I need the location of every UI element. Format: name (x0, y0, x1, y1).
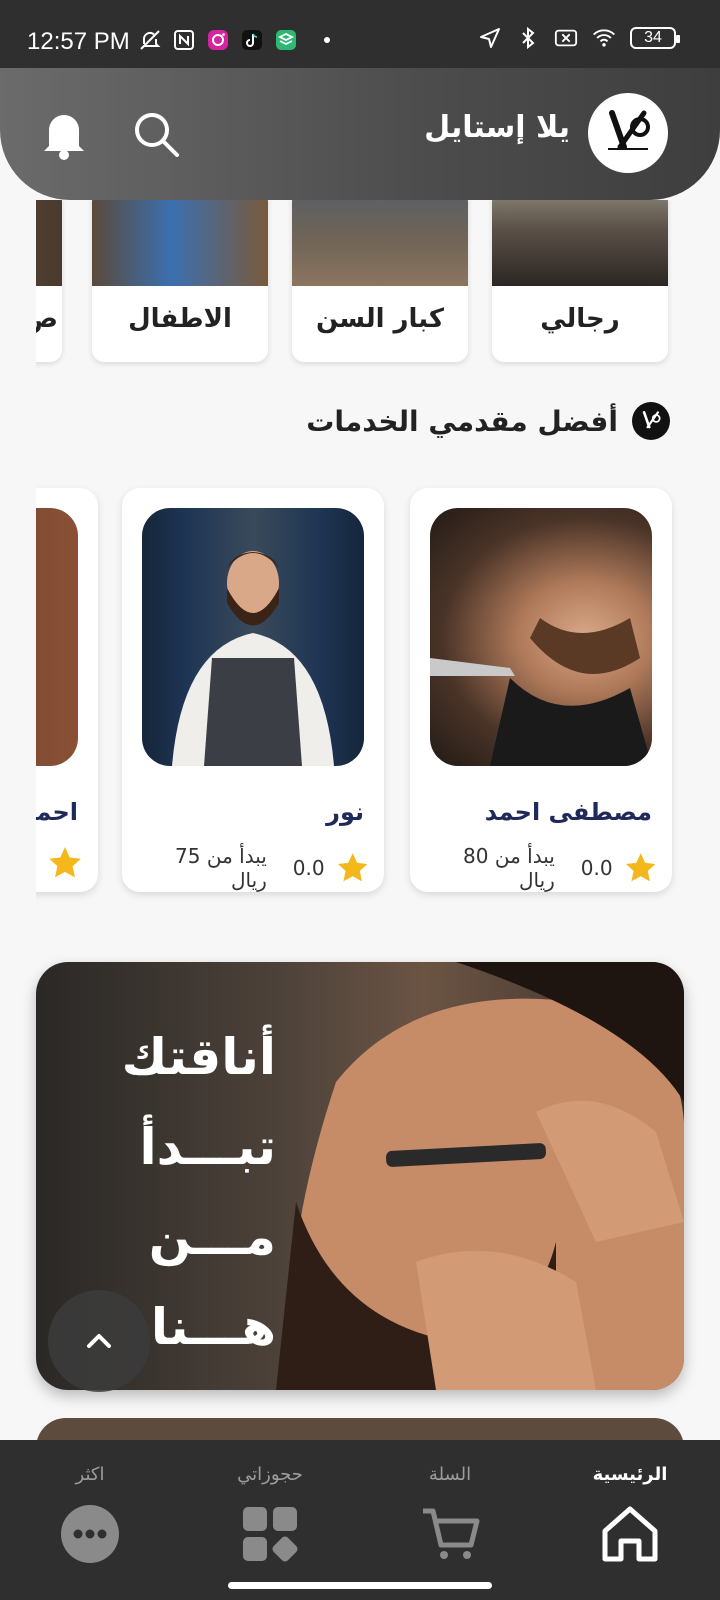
search-button[interactable] (130, 108, 182, 160)
category-image (292, 200, 468, 286)
wifi-icon (592, 26, 616, 50)
provider-card[interactable]: نور 0.0 يبدأ من 75 ريال (122, 488, 384, 892)
home-indicator-bar[interactable] (228, 1582, 492, 1589)
category-card-men[interactable]: رجالي (492, 200, 668, 362)
battery-indicator: 34 (630, 27, 680, 49)
notification-icons (138, 28, 330, 52)
bottom-navigation: الرئيسية السلة حجوزاتي اكثر (0, 1440, 720, 1600)
category-label: ص (36, 304, 58, 334)
no-sim-icon (554, 26, 578, 50)
category-image (36, 200, 62, 286)
providers-carousel[interactable]: مصطفى احمد 0.0 يبدأ من 80 ريال نور 0.0 ي… (36, 484, 696, 904)
app-header: يلا إستايل (0, 68, 720, 200)
banner-line: أناقتك (121, 1028, 276, 1086)
provider-photo (142, 508, 364, 766)
category-label: كبار السن (315, 304, 445, 334)
star-icon (337, 853, 368, 882)
category-carousel[interactable]: رجالي كبار السن الاطفال ص (36, 200, 672, 370)
bluetooth-icon (516, 26, 540, 50)
provider-card-partial[interactable]: احمد 0 (36, 488, 98, 892)
nav-bookings[interactable]: حجوزاتي (200, 1464, 340, 1569)
category-label: الاطفال (128, 304, 232, 334)
nav-label: اكثر (75, 1464, 105, 1485)
status-time: 12:57 PM (27, 28, 130, 55)
search-icon (135, 113, 179, 157)
grid-icon (235, 1499, 305, 1569)
banner-line: تبـــدأ (139, 1118, 276, 1176)
provider-name: نور (326, 798, 364, 826)
system-icons: 34 (478, 26, 680, 50)
star-icon (49, 847, 81, 878)
category-card-partial[interactable]: ص (36, 200, 62, 362)
scroll-to-top-button[interactable] (48, 1290, 150, 1392)
provider-meta: 0 (36, 844, 84, 882)
provider-rating: 0.0 (580, 856, 613, 880)
instagram-icon (206, 28, 230, 52)
section-title-text: أفضل مقدمي الخدمات (306, 404, 618, 438)
section-title-top-providers: أفضل مقدمي الخدمات (306, 402, 670, 440)
more-notifications-dot (324, 37, 330, 43)
chevron-up-icon (87, 1334, 111, 1348)
tiktok-icon (240, 28, 264, 52)
notifications-button[interactable] (38, 108, 90, 160)
bell-icon (44, 115, 84, 160)
provider-name: مصطفى احمد (484, 798, 652, 826)
nav-label: الرئيسية (592, 1464, 668, 1485)
status-bar: 12:57 PM 34 (0, 0, 720, 70)
nav-home[interactable]: الرئيسية (560, 1464, 700, 1569)
location-icon (478, 26, 502, 50)
provider-card[interactable]: مصطفى احمد 0.0 يبدأ من 80 ريال (410, 488, 672, 892)
provider-price: يبدأ من 75 ريال (175, 844, 267, 892)
app-title: يلا إستايل (424, 110, 570, 145)
nav-label: حجوزاتي (237, 1464, 303, 1485)
banner-line: مـــن (148, 1208, 276, 1266)
category-card-kids[interactable]: الاطفال (92, 200, 268, 362)
scissors-logo-icon (608, 110, 650, 150)
bell-off-icon (138, 28, 162, 52)
provider-rating: 0.0 (292, 856, 325, 880)
scissors-logo-icon (632, 402, 670, 440)
layers-app-icon (274, 28, 298, 52)
provider-photo (430, 508, 652, 766)
app-logo[interactable] (588, 93, 668, 173)
nfc-icon (172, 28, 196, 52)
home-icon (595, 1499, 665, 1569)
provider-photo (36, 508, 78, 766)
provider-price: يبدأ من 80 ريال (463, 844, 555, 892)
star-icon (625, 853, 656, 882)
nav-cart[interactable]: السلة (380, 1464, 520, 1569)
nav-label: السلة (428, 1464, 472, 1485)
provider-name: احمد (36, 798, 78, 826)
cart-icon (415, 1499, 485, 1569)
category-image (92, 200, 268, 286)
category-label: رجالي (540, 304, 620, 334)
more-icon (55, 1499, 125, 1569)
category-card-elderly[interactable]: كبار السن (292, 200, 468, 362)
category-image (492, 200, 668, 286)
nav-more[interactable]: اكثر (20, 1464, 160, 1569)
provider-meta: 0.0 يبدأ من 80 ريال (430, 844, 658, 892)
provider-meta: 0.0 يبدأ من 75 ريال (142, 844, 370, 892)
